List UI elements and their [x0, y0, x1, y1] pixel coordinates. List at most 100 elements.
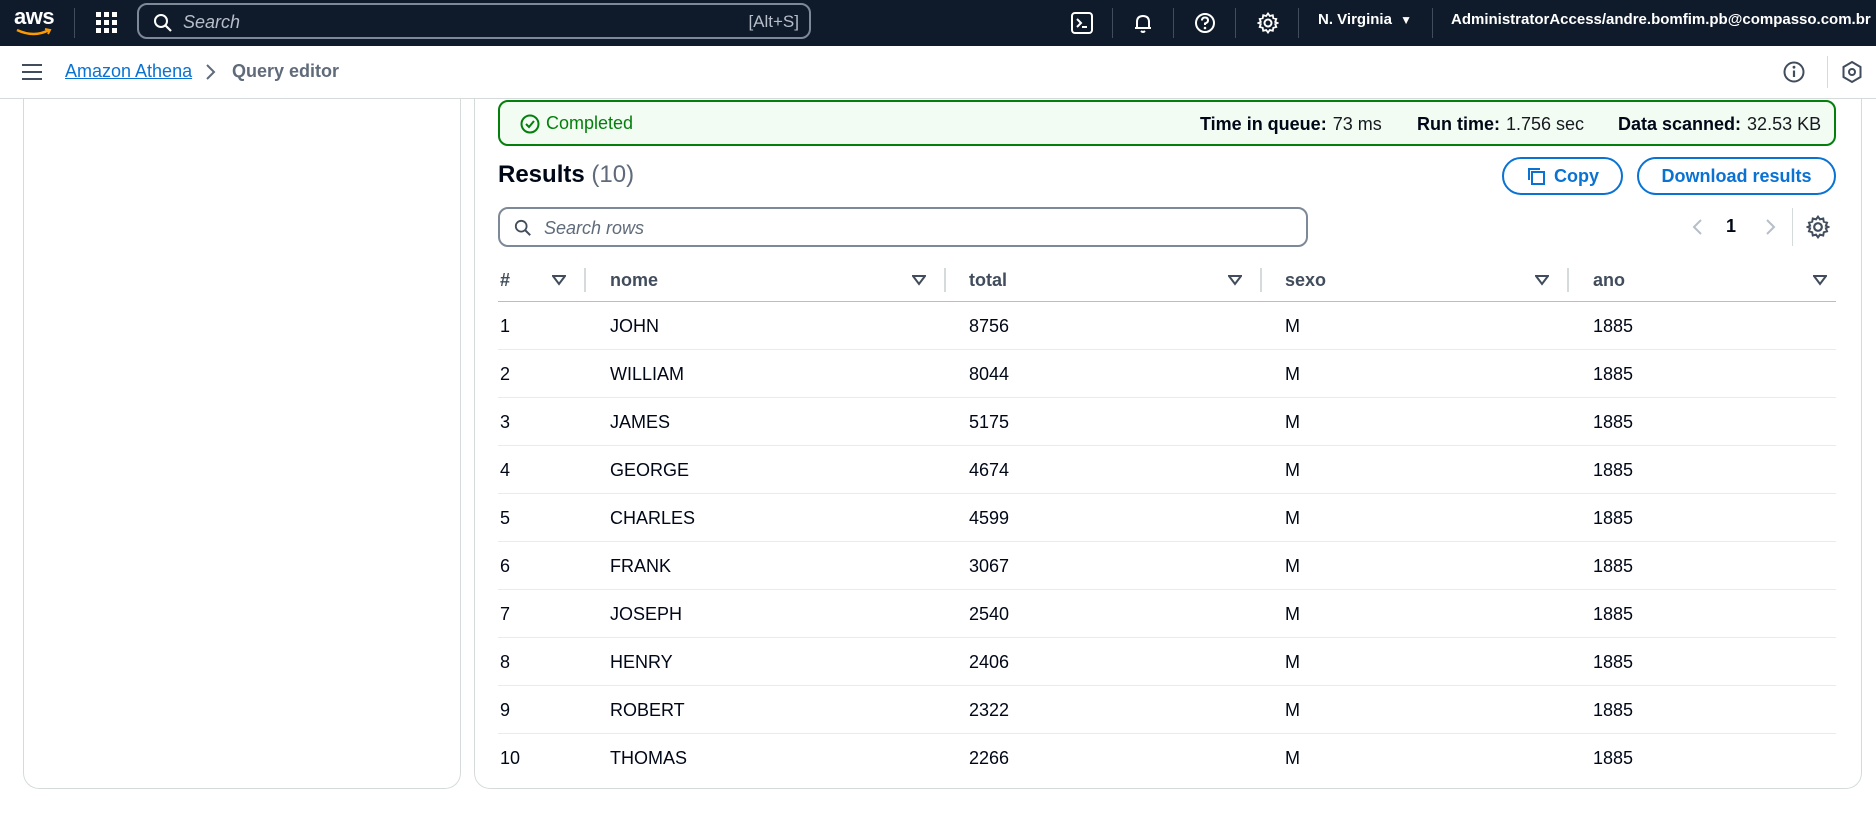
nav-divider [1112, 8, 1113, 38]
column-header-sexo[interactable]: sexo [1285, 270, 1326, 291]
cell-sexo: M [1285, 316, 1300, 336]
chevron-right-icon [206, 64, 216, 80]
search-icon [154, 14, 172, 32]
chevron-left-icon[interactable] [1690, 217, 1706, 237]
cell-total: 2266 [969, 748, 1010, 768]
sort-icon[interactable] [1813, 274, 1827, 286]
cell-nome: HENRY [610, 652, 673, 672]
check-circle-icon [520, 114, 540, 134]
table-row: 3 JAMES 5175 M 1885 [498, 398, 1836, 446]
column-header-nome[interactable]: nome [610, 270, 658, 291]
data-scanned: Data scanned: 32.53 KB [1618, 114, 1822, 134]
cell-total: 4599 [969, 508, 1010, 528]
info-icon[interactable] [1782, 60, 1806, 84]
download-results-button[interactable]: Download results [1637, 157, 1836, 195]
download-label: Download results [1661, 165, 1812, 186]
column-header-ano[interactable]: ano [1593, 270, 1625, 291]
cell-nome: ROBERT [610, 700, 685, 720]
top-navigation: aws Search [Alt+S] N. Virginia ▼ Adminis [0, 0, 1876, 46]
column-resizer[interactable] [584, 268, 586, 292]
column-header-total[interactable]: total [969, 270, 1007, 291]
global-search-input[interactable]: Search [Alt+S] [137, 3, 811, 39]
sort-icon[interactable] [1535, 274, 1549, 286]
cell-nome: JOSEPH [610, 604, 683, 624]
sort-icon[interactable] [1228, 274, 1242, 286]
help-icon[interactable] [1191, 9, 1219, 37]
feedback-icon[interactable] [1840, 60, 1864, 84]
cell-ano: 1885 [1593, 556, 1634, 576]
region-selector[interactable]: N. Virginia ▼ [1318, 11, 1412, 28]
table-row: 2 WILLIAM 8044 M 1885 [498, 350, 1836, 398]
cell-sexo: M [1285, 604, 1300, 624]
cell-index: 4 [500, 460, 511, 480]
cell-ano: 1885 [1593, 364, 1634, 384]
cell-ano: 1885 [1593, 604, 1634, 624]
sort-icon[interactable] [912, 274, 926, 286]
table-header: # nome total sexo ano [498, 260, 1836, 302]
table-row: 7 JOSEPH 2540 M 1885 [498, 590, 1836, 638]
nav-divider [1432, 8, 1433, 38]
cell-index: 5 [500, 508, 511, 528]
table-row: 9 ROBERT 2322 M 1885 [498, 686, 1836, 734]
cell-index: 7 [500, 604, 511, 624]
page-number[interactable]: 1 [1726, 216, 1736, 237]
status-label: Completed [546, 113, 634, 133]
nav-divider [74, 8, 75, 38]
copy-button[interactable]: Copy [1502, 157, 1623, 195]
chevron-right-icon[interactable] [1762, 217, 1778, 237]
cell-total: 5175 [969, 412, 1010, 432]
cell-index: 10 [500, 748, 521, 768]
search-rows-placeholder: Search rows [544, 218, 645, 238]
sort-icon[interactable] [552, 274, 566, 286]
bell-icon[interactable] [1129, 9, 1157, 37]
cell-ano: 1885 [1593, 700, 1634, 720]
cell-nome: JAMES [610, 412, 671, 432]
cell-index: 8 [500, 652, 511, 672]
aws-smile-icon [16, 28, 52, 36]
cell-index: 3 [500, 412, 511, 432]
cell-sexo: M [1285, 700, 1300, 720]
cell-index: 1 [500, 316, 511, 336]
services-grid-icon[interactable] [94, 10, 118, 34]
table-row: 4 GEORGE 4674 M 1885 [498, 446, 1836, 494]
divider [1827, 56, 1828, 88]
cell-sexo: M [1285, 748, 1300, 768]
column-resizer[interactable] [1260, 268, 1262, 292]
cell-nome: WILLIAM [610, 364, 685, 384]
cell-nome: THOMAS [610, 748, 688, 768]
menu-icon[interactable] [22, 64, 42, 80]
search-rows-input[interactable]: Search rows [498, 207, 1308, 247]
column-resizer[interactable] [1567, 268, 1569, 292]
cell-index: 2 [500, 364, 511, 384]
caret-down-icon: ▼ [1400, 13, 1412, 27]
results-heading: Results (10) [498, 161, 634, 189]
aws-logo[interactable]: aws [14, 6, 55, 40]
column-resizer[interactable] [944, 268, 946, 292]
results-title: Results [498, 161, 585, 188]
column-header-index[interactable]: # [500, 270, 510, 291]
search-icon [514, 219, 531, 236]
cell-ano: 1885 [1593, 748, 1634, 768]
gear-icon[interactable] [1254, 9, 1282, 37]
copy-label: Copy [1554, 165, 1599, 186]
nav-divider [1173, 8, 1174, 38]
settings-icon[interactable] [1806, 215, 1830, 239]
cell-sexo: M [1285, 460, 1300, 480]
results-count: (10) [591, 161, 635, 188]
cell-ano: 1885 [1593, 316, 1634, 336]
cell-nome: JOHN [610, 316, 659, 336]
cell-total: 8756 [969, 316, 1010, 336]
cell-ano: 1885 [1593, 652, 1634, 672]
table-row: 5 CHARLES 4599 M 1885 [498, 494, 1836, 542]
table-row: 8 HENRY 2406 M 1885 [498, 638, 1836, 686]
query-status-bar: Completed Time in queue: 73 ms Run time: 1… [498, 100, 1836, 146]
account-menu[interactable]: AdministratorAccess/andre.bomfim.pb@comp… [1451, 11, 1876, 28]
cell-index: 6 [500, 556, 511, 576]
breadcrumb-bar: Amazon Athena Query editor [0, 46, 1876, 99]
left-panel [23, 99, 461, 789]
cloudshell-icon[interactable] [1068, 9, 1096, 37]
cell-ano: 1885 [1593, 508, 1634, 528]
cell-sexo: M [1285, 412, 1300, 432]
cell-nome: CHARLES [610, 508, 696, 528]
breadcrumb-athena-link[interactable]: Amazon Athena [65, 61, 192, 82]
